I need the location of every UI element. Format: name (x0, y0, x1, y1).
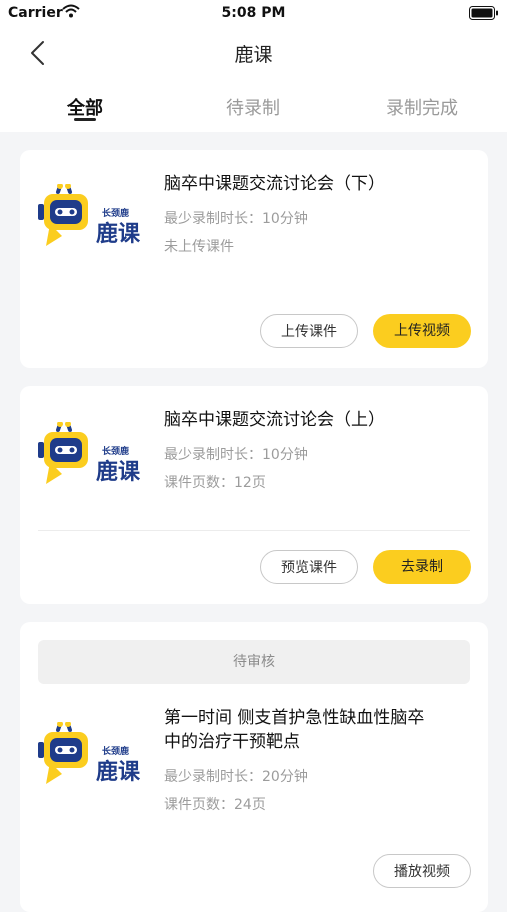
tab-indicator (74, 118, 96, 121)
upload-courseware-button[interactable]: 上传课件 (260, 314, 358, 348)
preview-courseware-button[interactable]: 预览课件 (260, 550, 358, 584)
upload-video-button[interactable]: 上传视频 (373, 314, 471, 348)
page-count: 课件页数：24页 (164, 797, 266, 813)
course-title: 脑卒中课题交流讨论会（上） (164, 410, 385, 430)
tab-pending[interactable]: 待录制 (198, 94, 308, 120)
battery-icon (469, 6, 498, 20)
course-title: 脑卒中课题交流讨论会（下） (164, 174, 385, 194)
min-duration: 最少录制时长：20分钟 (164, 769, 308, 785)
tab-all[interactable]: 全部 (30, 94, 140, 120)
logo-brand-main: 鹿课 (96, 760, 141, 785)
min-duration: 最少录制时长：10分钟 (164, 211, 308, 227)
page-title: 鹿课 (234, 44, 273, 66)
course-card[interactable]: 长颈鹿 鹿课 脑卒中课题交流讨论会（下） 最少录制时长：10分钟 未上传课件 上… (20, 150, 488, 368)
card-divider (38, 530, 470, 531)
course-card[interactable]: 待审核 长颈鹿 鹿课 第一时间 侧支首护急性缺血性脑卒 中的治疗干预靶点 最少录… (20, 622, 488, 912)
play-video-button[interactable]: 播放视频 (373, 854, 471, 888)
tab-completed[interactable]: 录制完成 (367, 94, 477, 120)
logo-brand-main: 鹿课 (96, 460, 141, 485)
page-count: 课件页数：12页 (164, 475, 266, 491)
status-badge: 待审核 (38, 640, 470, 684)
status-time: 5:08 PM (221, 5, 286, 21)
course-title-line-1: 第一时间 侧支首护急性缺血性脑卒 (164, 708, 425, 728)
logo-brand-main: 鹿课 (96, 222, 141, 247)
course-title-line-2: 中的治疗干预靶点 (164, 732, 300, 752)
header: Carrier 5:08 PM 鹿课 全部 待录制 录制完成 (0, 0, 507, 132)
nav-bar: 鹿课 (0, 28, 507, 76)
min-duration: 最少录制时长：10分钟 (164, 447, 308, 463)
status-bar: Carrier 5:08 PM (0, 0, 507, 28)
go-record-button[interactable]: 去录制 (373, 550, 471, 584)
tab-bar: 全部 待录制 录制完成 (0, 84, 507, 132)
course-card[interactable]: 长颈鹿 鹿课 脑卒中课题交流讨论会（上） 最少录制时长：10分钟 课件页数：12… (20, 386, 488, 604)
courseware-status: 未上传课件 (164, 239, 234, 255)
